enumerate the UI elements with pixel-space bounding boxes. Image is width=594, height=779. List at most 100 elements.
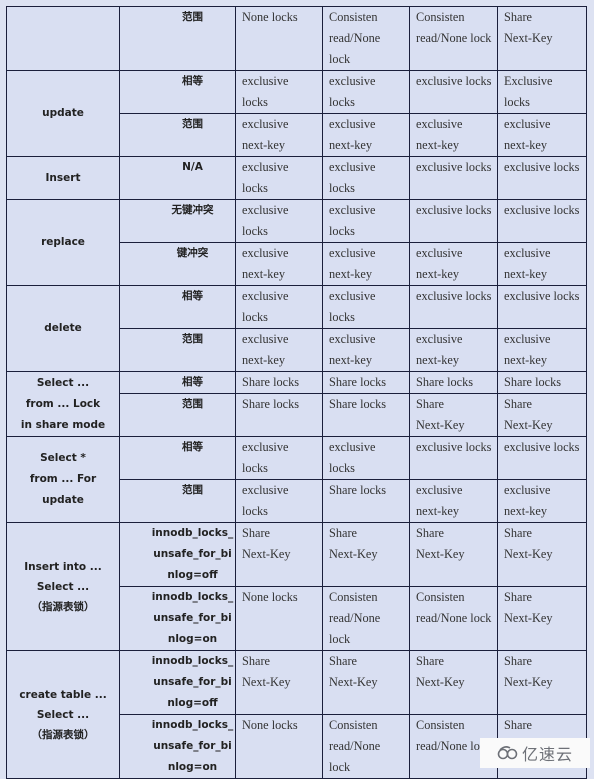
watermark: 亿速云 [480,738,590,768]
lock-value-cell: Consisten read/None lock [409,6,498,71]
lock-value-cell: exclusive next-key [409,328,498,372]
lock-value-cell: exclusive next-key [497,328,587,372]
condition-label: 键冲突 [176,247,209,259]
lock-value-cell: Share locks [322,393,410,437]
condition-cell: 无键冲突 [119,199,236,243]
lock-value-cell: None locks [235,714,323,779]
lock-value-cell: exclusive next-key [497,113,587,157]
condition-label: 无键冲突 [171,204,214,216]
lock-value-cell: Share Next-Key [497,522,587,587]
operation-cell [6,6,120,71]
lock-value-cell: Share locks [235,371,323,394]
table-row: replace 无键冲突 exclusive locks exclusive lock… [6,199,587,286]
table-row: Select * from ... For update 相等 exclusive … [6,436,587,523]
lock-value-cell: Share Next-Key [497,393,587,437]
lock-value-cell: Share Next-Key [409,393,498,437]
lock-value-cell: exclusive locks [409,70,498,114]
lock-value-cell: Share locks [322,479,410,523]
lock-value-cell: exclusive next-key [235,242,323,286]
table-row: Insert N/A exclusive locks exclusive locks e… [6,156,587,200]
lock-value-cell: exclusive locks [409,156,498,200]
lock-value-cell: exclusive locks [322,156,410,200]
lock-value-cell: exclusive locks [322,436,410,480]
table-row: create table ... Select ... （指源表锁） innodb… [6,650,587,779]
lock-value-cell: Share Next-Key [409,650,498,715]
lock-value-cell: exclusive next-key [235,328,323,372]
lock-value-cell: exclusive next-key [497,242,587,286]
lock-value-cell: Share Next-Key [497,6,587,71]
lock-value-cell: exclusive locks [409,436,498,480]
lock-value-cell: exclusive locks [235,156,323,200]
lock-value-cell: Share Next-Key [322,522,410,587]
condition-cell: innodb_locks_ unsafe_for_bi nlog=on [119,714,236,779]
lock-value-cell: Consisten read/None lock [409,586,498,651]
lock-value-cell: exclusive locks [322,199,410,243]
lock-value-cell: Share Next-Key [235,522,323,587]
lock-value-cell: exclusive locks [235,479,323,523]
lock-value-cell: Exclusive locks [497,70,587,114]
lock-value-cell: Consisten read/None lock [322,6,410,71]
lock-value-cell: exclusive next-key [322,113,410,157]
condition-label: innodb_locks_ unsafe_for_bi nlog=on [151,591,234,645]
operation-cell: Select ... from ... Lock in share mode [6,371,120,437]
table-row: Select ... from ... Lock in share mode 相等… [6,371,587,437]
condition-label: N/A [182,161,203,173]
condition-cell: 键冲突 [119,242,236,286]
condition-label: 相等 [182,75,203,87]
table-row: 范围 None locks Consisten read/None lock Cons… [6,6,587,71]
operation-cell: replace [6,199,120,286]
lock-value-cell: exclusive next-key [409,479,498,523]
lock-value-cell: Share Next-Key [497,586,587,651]
condition-cell: innodb_locks_ unsafe_for_bi nlog=off [119,522,236,587]
lock-value-cell: exclusive locks [497,436,587,480]
condition-label: innodb_locks_ unsafe_for_bi nlog=off [151,527,234,581]
lock-value-cell: Consisten read/None lock [322,586,410,651]
lock-value-cell: exclusive locks [235,436,323,480]
lock-value-cell: None locks [235,586,323,651]
condition-label: 相等 [182,441,203,453]
lock-value-cell: exclusive locks [235,199,323,243]
condition-cell: 相等 [119,285,236,329]
lock-value-cell: None locks [235,6,323,71]
lock-value-cell: Share locks [497,371,587,394]
condition-cell: 范围 [119,328,236,372]
lock-value-cell: Share Next-Key [497,650,587,715]
lock-value-cell: exclusive next-key [322,242,410,286]
table-row: Insert into ... Select ... （指源表锁） innodb_… [6,522,587,651]
lock-value-cell: exclusive locks [235,70,323,114]
condition-cell: 相等 [119,371,236,394]
lock-value-cell: exclusive next-key [409,113,498,157]
operation-cell: update [6,70,120,157]
condition-cell: N/A [119,156,236,200]
condition-cell: 相等 [119,436,236,480]
yisu-cloud-logo-icon [497,746,518,760]
condition-label: 相等 [182,376,203,388]
condition-label: 范围 [182,11,203,23]
operation-cell: create table ... Select ... （指源表锁） [6,650,120,779]
condition-label: 范围 [182,118,203,130]
condition-cell: 范围 [119,479,236,523]
lock-value-cell: Share Next-Key [322,650,410,715]
operation-cell: delete [6,285,120,372]
lock-value-cell: exclusive locks [497,285,587,329]
lock-value-cell: exclusive locks [322,285,410,329]
operation-cell: Insert into ... Select ... （指源表锁） [6,522,120,651]
lock-value-cell: exclusive next-key [322,328,410,372]
condition-cell: 范围 [119,6,236,71]
condition-label: 范围 [182,333,203,345]
operation-cell: Insert [6,156,120,200]
condition-cell: innodb_locks_ unsafe_for_bi nlog=on [119,586,236,651]
lock-value-cell: exclusive locks [497,156,587,200]
condition-cell: innodb_locks_ unsafe_for_bi nlog=off [119,650,236,715]
lock-value-cell: Share Next-Key [409,522,498,587]
condition-cell: 相等 [119,70,236,114]
condition-label: 范围 [182,398,203,410]
lock-value-cell: Share locks [322,371,410,394]
lock-value-cell: exclusive next-key [235,113,323,157]
lock-value-cell: Share locks [409,371,498,394]
lock-value-cell: Share locks [235,393,323,437]
lock-value-cell: exclusive locks [497,199,587,243]
operation-cell: Select * from ... For update [6,436,120,523]
condition-cell: 范围 [119,113,236,157]
condition-cell: 范围 [119,393,236,437]
